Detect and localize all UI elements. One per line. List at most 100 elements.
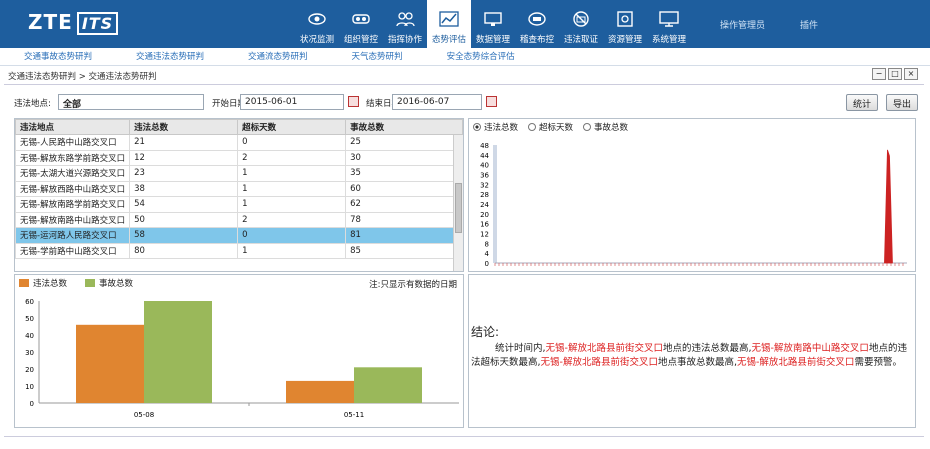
bar — [144, 301, 212, 403]
y-tick-label: 4 — [485, 250, 490, 258]
breadcrumb: 交通违法态势研判 > 交通违法态势研判 — [8, 72, 157, 82]
y-tick-label: 40 — [480, 162, 489, 170]
location-table-panel: 违法地点 违法总数 超标天数 事故总数 无锡-人民路中山路交叉口 21 0 25 无锡-… — [14, 118, 464, 272]
subnav-weather[interactable]: 天气态势研判 — [352, 48, 403, 65]
nav-item[interactable]: 组织管控 — [339, 0, 383, 48]
scroll-thumb[interactable] — [455, 183, 462, 233]
nav-item[interactable]: 稽查布控 — [515, 0, 559, 48]
minimize-button[interactable]: − — [872, 68, 886, 80]
line-chart: 48444036322824201612840 — [480, 142, 907, 268]
calendar-icon[interactable] — [348, 96, 359, 107]
table-cell: 无锡-太湖大道兴源路交叉口 — [15, 165, 131, 182]
col-header[interactable]: 超标天数 — [237, 119, 347, 135]
nav-item[interactable]: 违法取证 — [559, 0, 603, 48]
nav-item-label: 状况监测 — [299, 35, 334, 45]
table-cell: 81 — [345, 227, 463, 244]
eye-icon — [306, 9, 328, 29]
col-header[interactable]: 违法地点 — [15, 119, 131, 135]
nav-item-label: 态势评估 — [431, 35, 466, 45]
legend-swatch-violation — [19, 279, 29, 287]
nav-item-label: 稽查布控 — [519, 35, 554, 45]
stat-button[interactable]: 统计 — [846, 94, 879, 111]
y-tick-label: 28 — [480, 191, 489, 199]
table-header-row: 违法地点 违法总数 超标天数 事故总数 — [15, 119, 463, 135]
monitor-icon — [482, 9, 504, 29]
table-cell: 无锡-解放南路中山路交叉口 — [15, 211, 131, 228]
nav-item[interactable]: 系统管理 — [647, 0, 691, 48]
subnav-safety[interactable]: 安全态势综合评估 — [447, 48, 515, 65]
radio-label: 超标天数 — [539, 123, 574, 133]
y-tick-label: 48 — [480, 142, 489, 150]
nav-item[interactable]: 资源管理 — [603, 0, 647, 48]
divider — [4, 84, 924, 85]
y-tick-label: 50 — [25, 315, 34, 323]
y-tick-label: 40 — [25, 332, 34, 340]
export-button[interactable]: 导出 — [886, 94, 919, 111]
bar-chart: 60 50 40 30 20 10 0 05-08 05-11 — [25, 298, 459, 419]
nav-item[interactable]: 指挥协作 — [383, 0, 427, 48]
table-cell: 2 — [237, 149, 347, 166]
text: 需要预警。 — [854, 357, 902, 368]
table-cell: 80 — [129, 242, 239, 259]
conclusion-text: 结论: 统计时间内,无锡-解放北路县前街交叉口地点的违法总数最高,无锡-解放南路… — [469, 325, 909, 370]
table-row[interactable]: 无锡-学前路中山路交叉口 80 1 85 — [15, 242, 463, 259]
nav-item-label: 数据管理 — [475, 35, 510, 45]
nav-item-label: 资源管理 — [607, 35, 642, 45]
table-row[interactable]: 无锡-解放南路学前路交叉口 54 1 62 — [15, 196, 463, 213]
bar-legend: 违法总数 事故总数 — [19, 277, 133, 289]
location-input[interactable]: 全部 — [58, 94, 204, 110]
table-cell: 1 — [237, 165, 347, 182]
radio-over-days[interactable]: 超标天数 — [528, 121, 573, 133]
col-header[interactable]: 违法总数 — [129, 119, 239, 135]
no-camera-icon — [570, 9, 592, 29]
top-header-bar: ZTE ITS 状况监测 组织管控 指挥协作 态势评估 数据管理 稽查布控 违法取证 资源管理系… — [0, 0, 930, 48]
conclusion-panel: 结论: 统计时间内,无锡-解放北路县前街交叉口地点的违法总数最高,无锡-解放南路… — [468, 274, 916, 428]
radio-violation-total[interactable]: 违法总数 — [473, 121, 518, 133]
subnav-violation[interactable]: 交通违法态势研判 — [136, 48, 204, 65]
table-cell: 1 — [237, 242, 347, 259]
legend-label: 违法总数 — [33, 279, 68, 289]
table-cell: 38 — [129, 180, 239, 197]
bar — [286, 380, 354, 403]
location-highlight: 无锡-解放北路县前街交叉口 — [545, 343, 663, 354]
y-tick-label: 16 — [480, 221, 489, 229]
close-button[interactable]: × — [904, 68, 918, 80]
calendar-icon[interactable] — [486, 96, 497, 107]
line-chart-panel: 违法总数 超标天数 事故总数 48 44 40 36 32 28 24 20 16 12 8 4 0 — [468, 118, 916, 272]
nav-item-label: 指挥协作 — [387, 35, 422, 45]
radio-accident-total[interactable]: 事故总数 — [583, 121, 628, 133]
safe-icon — [614, 9, 636, 29]
table-scrollbar[interactable] — [453, 135, 463, 271]
current-user[interactable]: 操作管理员 — [720, 18, 765, 31]
start-date-input[interactable]: 2015-06-01 — [240, 94, 344, 110]
table-row[interactable]: 无锡-解放西路中山路交叉口 38 1 60 — [15, 180, 463, 197]
col-header[interactable]: 事故总数 — [345, 119, 463, 135]
main-nav: 状况监测 组织管控 指挥协作 态势评估 数据管理 稽查布控 违法取证 资源管理 系统管理 — [295, 0, 691, 48]
nav-item[interactable]: 状况监测 — [295, 0, 339, 48]
table-cell: 35 — [345, 165, 463, 182]
subnav-accident[interactable]: 交通事故态势研判 — [24, 48, 92, 65]
table-cell: 0 — [237, 134, 347, 151]
table-row[interactable]: 无锡-解放东路学前路交叉口 12 2 30 — [15, 149, 463, 166]
table-row[interactable]: 无锡-解放南路中山路交叉口 50 2 78 — [15, 211, 463, 228]
table-row[interactable]: 无锡-运河路人民路交叉口 58 0 81 — [15, 227, 463, 244]
table-cell: 21 — [129, 134, 239, 151]
text: 地点事故总数最高, — [657, 357, 737, 368]
plugin-link[interactable]: 插件 — [800, 18, 818, 31]
table-cell: 60 — [345, 180, 463, 197]
table-cell: 85 — [345, 242, 463, 259]
nav-item[interactable]: 态势评估 — [427, 0, 471, 48]
table-cell: 无锡-人民路中山路交叉口 — [15, 134, 131, 151]
table-row[interactable]: 无锡-人民路中山路交叉口 21 0 25 — [15, 134, 463, 151]
end-date-input[interactable]: 2016-06-07 — [392, 94, 482, 110]
nav-item[interactable]: 数据管理 — [471, 0, 515, 48]
table-cell: 58 — [129, 227, 239, 244]
y-tick-label: 10 — [25, 383, 34, 391]
table-row[interactable]: 无锡-太湖大道兴源路交叉口 23 1 35 — [15, 165, 463, 182]
trend-chart-icon — [438, 9, 460, 29]
table-cell: 无锡-解放南路学前路交叉口 — [15, 196, 131, 213]
maximize-button[interactable]: □ — [888, 68, 902, 80]
y-tick-label: 0 — [30, 400, 34, 408]
subnav-traffic-flow[interactable]: 交通流态势研判 — [248, 48, 308, 65]
table-cell: 12 — [129, 149, 239, 166]
